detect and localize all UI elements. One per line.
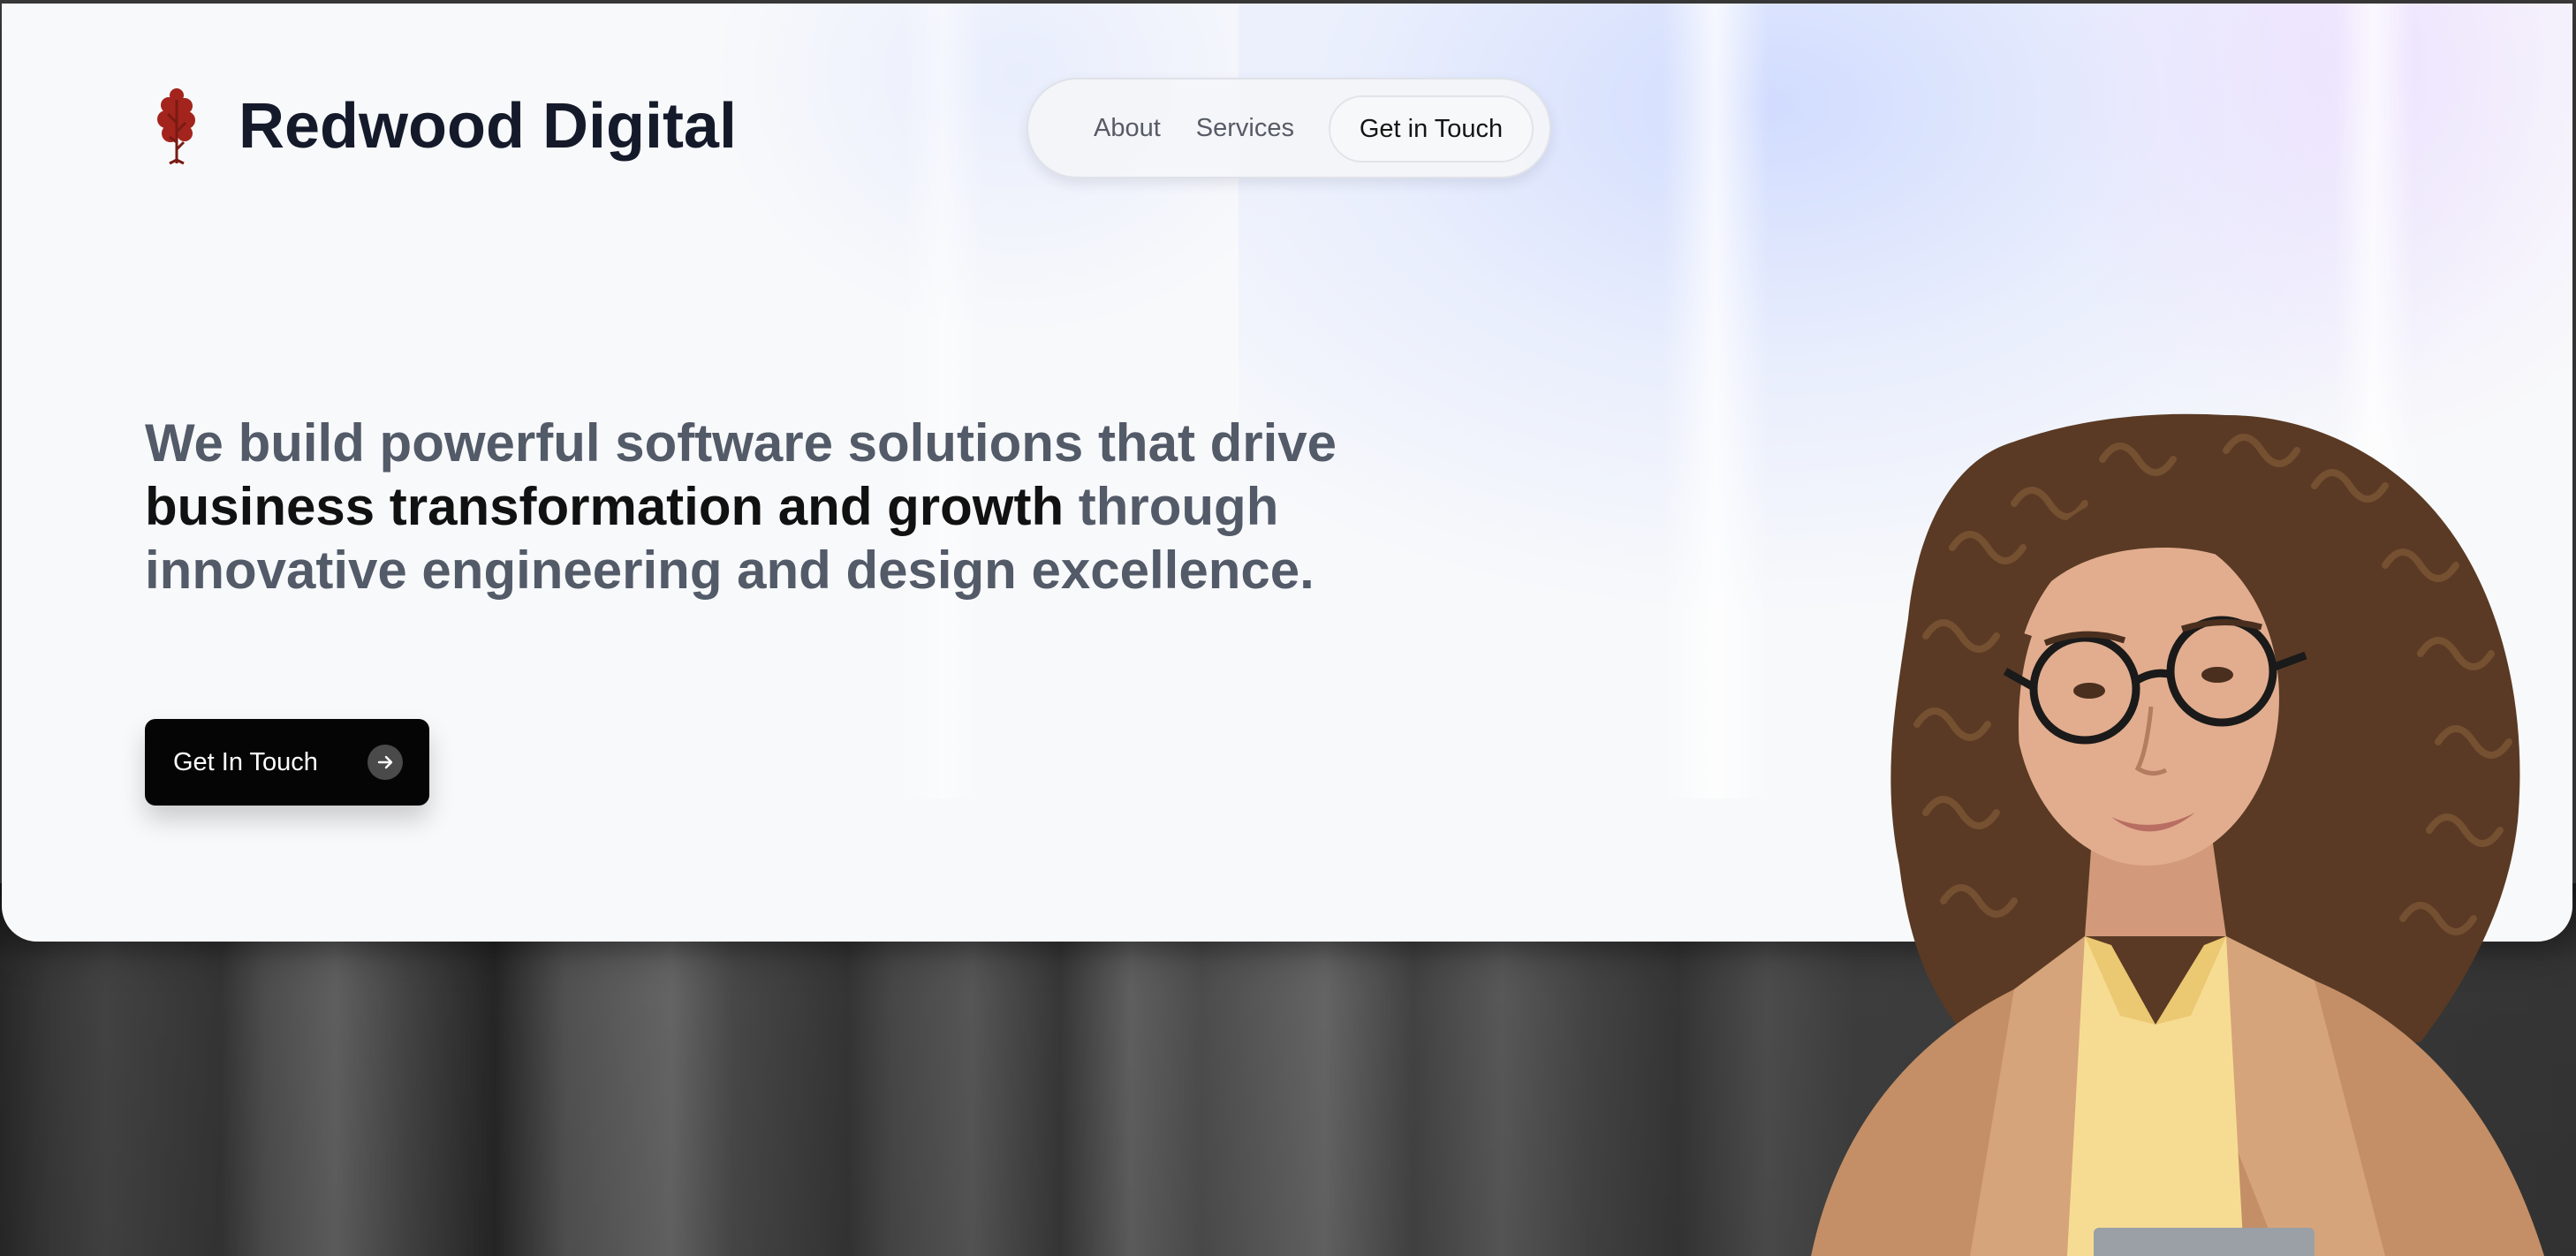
brand-name: Redwood Digital <box>239 91 737 162</box>
portrait-image <box>1811 413 2544 1256</box>
cta-label: Get In Touch <box>173 747 318 776</box>
hero-get-in-touch-button[interactable]: Get In Touch <box>145 719 429 806</box>
nav-link-services[interactable]: Services <box>1196 114 1294 143</box>
page: Redwood Digital About Services Get in To… <box>0 0 2576 1256</box>
brand-logo[interactable]: Redwood Digital <box>154 87 737 165</box>
nav-get-in-touch-button[interactable]: Get in Touch <box>1329 95 1534 163</box>
main-nav: About Services Get in Touch <box>1027 78 1551 178</box>
hero-headline: We build powerful software solutions tha… <box>145 412 1523 602</box>
redwood-tree-icon <box>157 88 195 165</box>
nav-link-about[interactable]: About <box>1094 114 1161 143</box>
headline-strong: business transformation and growth <box>145 477 1064 536</box>
arrow-right-icon <box>367 745 403 780</box>
headline-part1: We build powerful software solutions tha… <box>145 413 1337 473</box>
